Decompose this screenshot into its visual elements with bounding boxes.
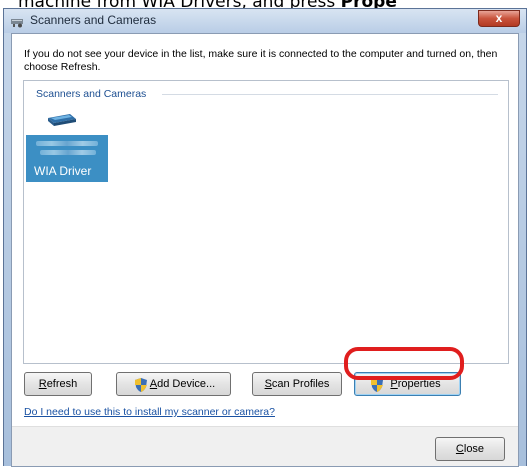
group-divider (162, 94, 498, 95)
device-list-panel: Scanners and Cameras WIA Driver (23, 80, 509, 364)
title-bar[interactable]: Scanners and Cameras x (4, 9, 526, 33)
refresh-accesskey: R (38, 378, 47, 390)
device-label: WIA Driver (34, 164, 92, 178)
refresh-label: efresh (46, 378, 78, 390)
highlight-annotation-ring (344, 347, 464, 380)
shield-icon (135, 378, 147, 392)
group-heading: Scanners and Cameras (36, 88, 151, 100)
refresh-button[interactable]: Refresh (24, 372, 92, 396)
blurred-device-text (36, 141, 98, 146)
window-close-button[interactable]: x (478, 10, 520, 27)
add-device-label: dd Device... (157, 378, 216, 390)
scanner-icon[interactable] (46, 111, 78, 127)
blurred-device-text (40, 150, 96, 155)
dialog-client-area: If you do not see your device in the lis… (11, 33, 519, 467)
close-button[interactable]: Close (435, 437, 505, 461)
close-label: lose (463, 443, 485, 455)
help-link[interactable]: Do I need to use this to install my scan… (24, 406, 275, 418)
instruction-text: If you do not see your device in the lis… (24, 48, 498, 73)
scan-profiles-button[interactable]: Scan Profiles (252, 372, 342, 396)
scanners-cameras-window: Scanners and Cameras x If you do not see… (3, 8, 527, 467)
close-accesskey: C (455, 443, 464, 455)
scan-profiles-label: can Profiles (271, 378, 330, 390)
add-device-button[interactable]: Add Device... (116, 372, 231, 396)
scanner-camera-app-icon (10, 15, 24, 28)
scan-profiles-accesskey: S (264, 378, 272, 390)
device-item-wia-driver[interactable]: WIA Driver (26, 135, 108, 182)
window-title: Scanners and Cameras (30, 13, 157, 27)
